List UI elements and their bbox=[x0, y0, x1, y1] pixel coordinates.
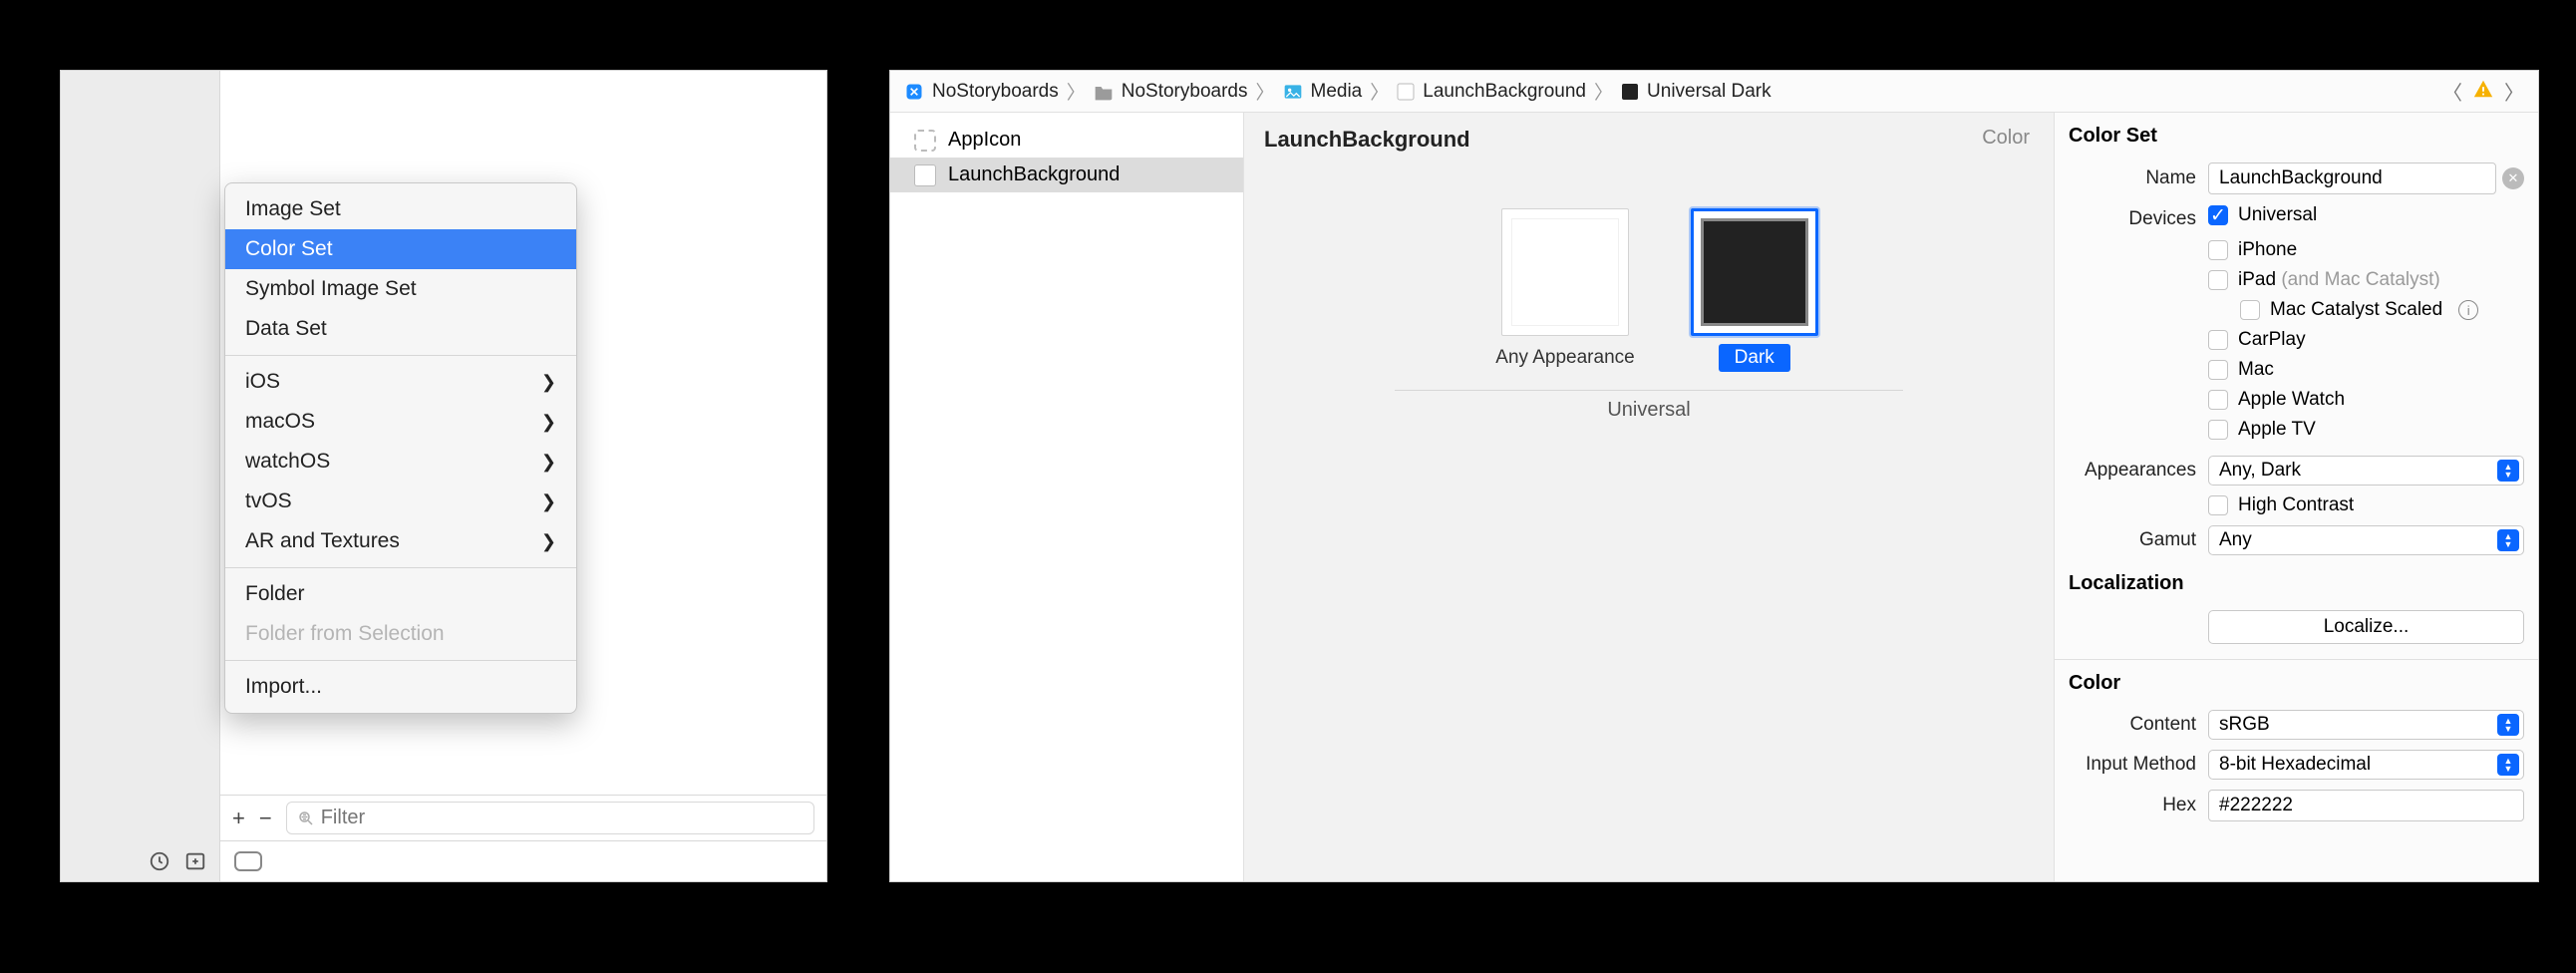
device-mac-label: Mac bbox=[2238, 359, 2274, 381]
device-ipad-label: iPad (and Mac Catalyst) bbox=[2238, 269, 2440, 291]
device-watch-label: Apple Watch bbox=[2238, 389, 2345, 411]
menu-macos[interactable]: macOS❯ bbox=[225, 402, 576, 442]
select-chevrons-icon: ▲▼ bbox=[2497, 754, 2519, 776]
menu-import[interactable]: Import... bbox=[225, 667, 576, 707]
check-mac-catalyst-scaled[interactable] bbox=[2240, 300, 2260, 320]
menu-image-set[interactable]: Image Set bbox=[225, 189, 576, 229]
content-label: Content bbox=[2069, 714, 2208, 736]
inspector: Color Set Name ✕ Devices ✓ Universal iPh… bbox=[2054, 113, 2538, 881]
localize-button[interactable]: Localize... bbox=[2208, 610, 2524, 644]
chevron-right-icon: ❯ bbox=[541, 531, 556, 552]
menu-ar-textures[interactable]: AR and Textures❯ bbox=[225, 521, 576, 561]
breadcrumb-folder[interactable]: NoStoryboards bbox=[1094, 81, 1248, 103]
check-mac[interactable] bbox=[2208, 360, 2228, 380]
media-icon bbox=[1283, 83, 1303, 101]
menu-symbol-image-set[interactable]: Symbol Image Set bbox=[225, 269, 576, 309]
check-high-contrast[interactable] bbox=[2208, 495, 2228, 515]
filter-icon bbox=[297, 810, 315, 827]
select-chevrons-icon: ▲▼ bbox=[2497, 529, 2519, 551]
breadcrumb: NoStoryboards 〉 NoStoryboards 〉 Media 〉 … bbox=[890, 71, 2538, 113]
name-input[interactable] bbox=[2208, 162, 2496, 194]
chevron-right-icon: 〉 bbox=[1368, 78, 1391, 105]
chevron-right-icon: ❯ bbox=[541, 372, 556, 393]
device-iphone-label: iPhone bbox=[2238, 239, 2297, 261]
devices-label: Devices bbox=[2069, 204, 2208, 230]
device-carplay-label: CarPlay bbox=[2238, 329, 2306, 351]
info-icon[interactable]: i bbox=[2458, 300, 2478, 320]
device-universal-label: Universal bbox=[2238, 204, 2317, 226]
chevron-right-icon: 〉 bbox=[1592, 78, 1615, 105]
menu-folder[interactable]: Folder bbox=[225, 574, 576, 614]
select-chevrons-icon: ▲▼ bbox=[2497, 460, 2519, 482]
name-label: Name bbox=[2069, 167, 2208, 189]
content-select[interactable]: sRGB ▲▼ bbox=[2208, 710, 2524, 740]
breadcrumb-media[interactable]: Media bbox=[1283, 81, 1363, 103]
check-iphone[interactable] bbox=[2208, 240, 2228, 260]
check-carplay[interactable] bbox=[2208, 330, 2228, 350]
menu-ios[interactable]: iOS❯ bbox=[225, 362, 576, 402]
chevron-right-icon: ❯ bbox=[541, 452, 556, 473]
chevron-right-icon: ❯ bbox=[541, 491, 556, 512]
nav-back-icon[interactable]: 〈 bbox=[2442, 77, 2462, 106]
appearances-label: Appearances bbox=[2069, 460, 2208, 482]
asset-list: AppIcon LaunchBackground bbox=[890, 113, 1244, 881]
chevron-right-icon: 〉 bbox=[1253, 78, 1276, 105]
menu-tvos[interactable]: tvOS❯ bbox=[225, 482, 576, 521]
gamut-label: Gamut bbox=[2069, 529, 2208, 551]
chevron-right-icon: ❯ bbox=[541, 412, 556, 433]
breadcrumb-asset[interactable]: LaunchBackground bbox=[1397, 81, 1586, 103]
input-method-select[interactable]: 8-bit Hexadecimal ▲▼ bbox=[2208, 750, 2524, 780]
menu-watchos[interactable]: watchOS❯ bbox=[225, 442, 576, 482]
canvas-area: LaunchBackground Color Any Appearance Da… bbox=[1244, 113, 2054, 881]
device-mac-catalyst-label: Mac Catalyst Scaled bbox=[2270, 299, 2442, 321]
breadcrumb-variant[interactable]: Universal Dark bbox=[1621, 81, 1771, 103]
appearances-select[interactable]: Any, Dark ▲▼ bbox=[2208, 456, 2524, 486]
add-panel-icon[interactable] bbox=[183, 849, 207, 873]
check-universal[interactable]: ✓ bbox=[2208, 205, 2228, 225]
add-button[interactable]: + bbox=[232, 808, 245, 829]
color-dark-icon bbox=[1621, 83, 1639, 101]
inspector-section-colorset: Color Set bbox=[2055, 123, 2538, 158]
tag-icon[interactable] bbox=[234, 851, 262, 871]
asset-launchbackground[interactable]: LaunchBackground bbox=[890, 158, 1243, 192]
asset-appicon[interactable]: AppIcon bbox=[890, 123, 1243, 158]
color-white-icon bbox=[914, 164, 936, 186]
remove-button[interactable]: − bbox=[259, 808, 272, 829]
device-tv-label: Apple TV bbox=[2238, 419, 2316, 441]
check-ipad[interactable] bbox=[2208, 270, 2228, 290]
input-method-label: Input Method bbox=[2069, 754, 2208, 776]
check-apple-tv[interactable] bbox=[2208, 420, 2228, 440]
localization-label: Localization bbox=[2055, 560, 2538, 605]
menu-color-set[interactable]: Color Set bbox=[225, 229, 576, 269]
color-section-title: Color bbox=[2055, 670, 2538, 705]
select-chevrons-icon: ▲▼ bbox=[2497, 714, 2519, 736]
check-apple-watch[interactable] bbox=[2208, 390, 2228, 410]
nav-forward-icon[interactable]: 〉 bbox=[2504, 77, 2524, 106]
folder-icon bbox=[1094, 83, 1114, 101]
universal-label: Universal bbox=[1264, 399, 2034, 422]
swatch-any-appearance[interactable]: Any Appearance bbox=[1479, 208, 1650, 372]
canvas-type-label: Color bbox=[1982, 127, 2030, 150]
warning-icon[interactable] bbox=[2472, 78, 2494, 106]
hex-input[interactable] bbox=[2208, 790, 2524, 821]
clock-icon[interactable] bbox=[148, 849, 171, 873]
right-panel: NoStoryboards 〉 NoStoryboards 〉 Media 〉 … bbox=[889, 70, 2539, 882]
menu-folder-from-selection: Folder from Selection bbox=[225, 614, 576, 654]
canvas-title: LaunchBackground bbox=[1264, 127, 2034, 153]
chevron-right-icon: 〉 bbox=[1065, 78, 1088, 105]
color-white-icon bbox=[1397, 83, 1415, 101]
breadcrumb-project[interactable]: NoStoryboards bbox=[904, 81, 1059, 103]
clear-icon[interactable]: ✕ bbox=[2502, 167, 2524, 189]
appicon-placeholder-icon bbox=[914, 130, 936, 152]
left-sidebar bbox=[61, 71, 220, 881]
gamut-select[interactable]: Any ▲▼ bbox=[2208, 525, 2524, 555]
context-menu: Image Set Color Set Symbol Image Set Dat… bbox=[224, 182, 577, 714]
hex-label: Hex bbox=[2069, 795, 2208, 816]
high-contrast-label: High Contrast bbox=[2238, 494, 2354, 516]
project-icon bbox=[904, 82, 924, 102]
filter-field[interactable] bbox=[286, 802, 814, 834]
filter-input[interactable] bbox=[321, 807, 804, 829]
menu-data-set[interactable]: Data Set bbox=[225, 309, 576, 349]
swatch-dark[interactable]: Dark bbox=[1691, 208, 1818, 372]
